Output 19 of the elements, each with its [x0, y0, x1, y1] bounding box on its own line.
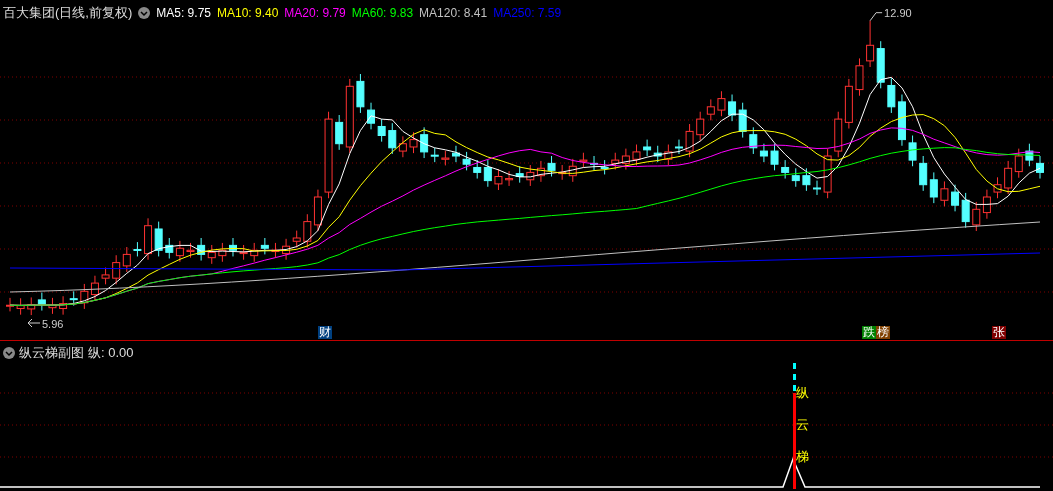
moving-average-label: MA250: 7.59	[493, 6, 562, 20]
left-arrow-icon	[27, 318, 41, 328]
moving-average-label: MA20: 9.79	[284, 6, 346, 20]
dropdown-icon[interactable]	[138, 7, 151, 19]
dropdown-icon[interactable]	[3, 347, 15, 359]
stock-title: 百大集团(日线,前复权)	[3, 4, 133, 22]
moving-average-label: MA5: 9.75	[156, 6, 211, 20]
moving-average-label: MA10: 9.40	[217, 6, 279, 20]
indicator-title: 纵云梯副图	[19, 344, 84, 362]
signal-text: 纵云梯	[796, 385, 809, 465]
event-tag[interactable]: 榜	[876, 326, 890, 339]
high-price-label: 12.90	[884, 6, 912, 19]
event-tag[interactable]: 财	[318, 326, 332, 339]
event-tag[interactable]: 张	[992, 326, 1006, 339]
low-price-label: 5.96	[42, 318, 64, 330]
indicator-value: 纵: 0.00	[88, 344, 134, 362]
moving-average-label: MA60: 9.83	[351, 6, 414, 20]
moving-average-label: MA120: 8.41	[419, 6, 488, 20]
event-tag[interactable]: 跌	[862, 326, 876, 339]
